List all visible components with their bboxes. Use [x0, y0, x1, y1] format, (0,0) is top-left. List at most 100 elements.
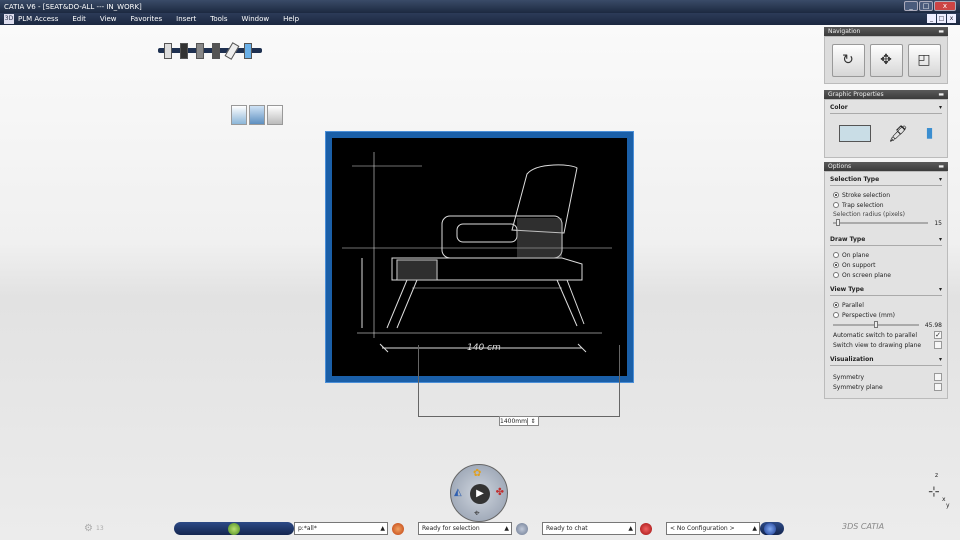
- cursor-icon[interactable]: ⌖: [474, 508, 480, 519]
- chevron-down-icon[interactable]: ▾: [939, 286, 942, 293]
- minimize-button[interactable]: _: [904, 1, 918, 11]
- menu-favorites[interactable]: Favorites: [131, 15, 163, 23]
- on-plane-radio[interactable]: On plane: [833, 250, 942, 260]
- slider-thumb[interactable]: [874, 321, 879, 328]
- collapse-icon[interactable]: ▬: [938, 163, 944, 170]
- selection-radius-slider[interactable]: 15: [833, 218, 942, 228]
- on-support-radio[interactable]: On support: [833, 260, 942, 270]
- chevron-up-icon[interactable]: ▲: [752, 525, 757, 532]
- chevron-down-icon[interactable]: ▾: [939, 356, 942, 363]
- radio-icon: [833, 302, 839, 308]
- chevron-down-icon[interactable]: ▾: [939, 104, 942, 111]
- image-layer-icon[interactable]: [249, 105, 265, 125]
- configuration-icon[interactable]: [640, 523, 652, 535]
- navigation-header[interactable]: Navigation ▬: [824, 27, 948, 36]
- collapse-icon[interactable]: ▬: [938, 91, 944, 98]
- dimension-spinner[interactable]: ⇕: [526, 417, 538, 425]
- selection-type-header[interactable]: Selection Type ▾: [830, 174, 942, 186]
- image-import-icon[interactable]: [231, 105, 247, 125]
- slider-track[interactable]: [833, 321, 919, 328]
- compass-icon: ⊹: [928, 484, 940, 500]
- window-controls: _ □ x: [904, 1, 956, 11]
- on-screen-plane-radio[interactable]: On screen plane: [833, 270, 942, 280]
- perspective-slider[interactable]: 45.98: [833, 320, 942, 330]
- compass-status-icon[interactable]: [228, 523, 240, 535]
- menu-tools[interactable]: Tools: [210, 15, 227, 23]
- pan-button[interactable]: ✥: [869, 43, 903, 77]
- switch-view-check-row[interactable]: Switch view to drawing plane: [833, 340, 942, 350]
- draw-type-header[interactable]: Draw Type ▾: [830, 234, 942, 246]
- options-header[interactable]: Options ▬: [824, 162, 948, 171]
- menu-plm-access[interactable]: PLM Access: [18, 15, 58, 23]
- chevron-down-icon[interactable]: ▾: [939, 236, 942, 243]
- airbrush-tool-icon[interactable]: [212, 43, 220, 59]
- close-button[interactable]: x: [934, 1, 956, 11]
- auto-parallel-check-row[interactable]: Automatic switch to parallel ✓: [833, 330, 942, 340]
- play-icon[interactable]: ▶: [470, 484, 490, 504]
- doc-minimize-button[interactable]: _: [927, 14, 936, 23]
- palette-icon[interactable]: ✿: [473, 468, 481, 479]
- menu-window[interactable]: Window: [242, 15, 270, 23]
- fit-all-button[interactable]: ◰: [907, 43, 941, 77]
- slider-track[interactable]: [833, 219, 929, 226]
- graphic-properties-section: Color ▾ 🖋 ▮: [824, 99, 948, 158]
- tools-icon[interactable]: ✤: [496, 487, 504, 498]
- sketch-image: 140 cm: [332, 138, 627, 376]
- perspective-radio[interactable]: Perspective (mm): [833, 310, 942, 320]
- visualization-header[interactable]: Visualization ▾: [830, 354, 942, 366]
- parallel-radio[interactable]: Parallel: [833, 300, 942, 310]
- slider-thumb[interactable]: [835, 219, 840, 226]
- filter-field[interactable]: p:*all* ▲: [294, 522, 388, 535]
- chat-icon[interactable]: [516, 523, 528, 535]
- status-count: 13: [96, 525, 104, 532]
- paint-bucket-icon[interactable]: ▮: [926, 125, 934, 141]
- color-section-header[interactable]: Color ▾: [830, 102, 942, 114]
- symmetry-plane-checkbox[interactable]: [934, 383, 942, 391]
- symmetry-checkbox[interactable]: [934, 373, 942, 381]
- doc-restore-button[interactable]: □: [937, 14, 946, 23]
- chevron-up-icon[interactable]: ▲: [380, 525, 385, 532]
- help-icon[interactable]: [764, 523, 776, 535]
- menu-help[interactable]: Help: [283, 15, 299, 23]
- radio-icon: [833, 262, 839, 268]
- pencil-tool-icon[interactable]: [164, 43, 172, 59]
- network-icon: ⚙: [84, 523, 93, 534]
- action-wheel[interactable]: ✿ ◭ ✤ ⌖ ▶: [450, 464, 508, 522]
- configuration-field[interactable]: < No Configuration > ▲: [666, 522, 760, 535]
- view-type-header[interactable]: View Type ▾: [830, 284, 942, 296]
- graphic-properties-header[interactable]: Graphic Properties ▬: [824, 90, 948, 99]
- stroke-selection-radio[interactable]: Stroke selection: [833, 190, 942, 200]
- marker-tool-icon[interactable]: [180, 43, 188, 59]
- selection-status-field[interactable]: Ready for selection ▲: [418, 522, 512, 535]
- menu-view[interactable]: View: [100, 15, 117, 23]
- options-title: Options: [828, 163, 852, 170]
- dimension-input[interactable]: 1400mm ⇕: [499, 416, 539, 426]
- doc-close-button[interactable]: x: [947, 14, 956, 23]
- chevron-up-icon[interactable]: ▲: [504, 525, 509, 532]
- symmetry-plane-check-row[interactable]: Symmetry plane: [833, 382, 942, 392]
- compass-widget[interactable]: z ⊹ y x: [928, 472, 952, 512]
- check-label: Symmetry plane: [833, 383, 883, 391]
- eyedropper-icon[interactable]: 🖋: [888, 124, 908, 143]
- color-swatch[interactable]: [838, 124, 871, 142]
- sketch-mode-icon[interactable]: ◭: [454, 487, 462, 498]
- symmetry-check-row[interactable]: Symmetry: [833, 372, 942, 382]
- window-title: CATIA V6 - [SEAT&DO-ALL --- IN_WORK]: [4, 2, 142, 11]
- rotate-button[interactable]: ↻: [831, 43, 865, 77]
- image-properties-icon[interactable]: [267, 105, 283, 125]
- chevron-down-icon[interactable]: ▾: [939, 176, 942, 183]
- brush-tool-icon[interactable]: [196, 43, 204, 59]
- switch-view-checkbox[interactable]: [934, 341, 942, 349]
- chat-status-field[interactable]: Ready to chat ▲: [542, 522, 636, 535]
- selection-icon[interactable]: [392, 523, 404, 535]
- chevron-up-icon[interactable]: ▲: [628, 525, 633, 532]
- menu-insert[interactable]: Insert: [176, 15, 196, 23]
- menu-edit[interactable]: Edit: [72, 15, 86, 23]
- catia-app-icon[interactable]: 3D: [4, 14, 14, 24]
- maximize-button[interactable]: □: [919, 1, 933, 11]
- trap-selection-radio[interactable]: Trap selection: [833, 200, 942, 210]
- chat-status-text: Ready to chat: [546, 525, 588, 532]
- bucket-tool-icon[interactable]: [244, 43, 252, 59]
- auto-parallel-checkbox[interactable]: ✓: [934, 331, 942, 339]
- collapse-icon[interactable]: ▬: [938, 28, 944, 35]
